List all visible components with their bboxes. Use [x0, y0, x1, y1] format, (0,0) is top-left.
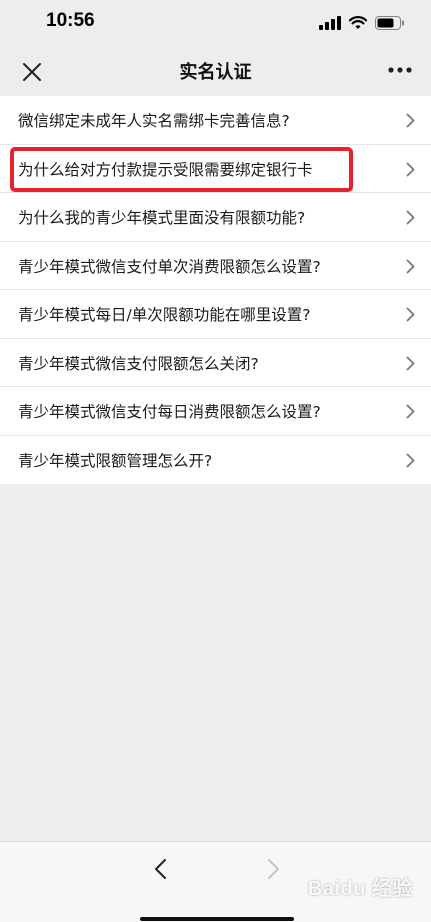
list-item[interactable]: 为什么我的青少年模式里面没有限额功能?: [0, 193, 431, 242]
chevron-right-icon: [406, 356, 415, 370]
chevron-right-icon: [406, 210, 415, 225]
chevron-right-icon: [406, 307, 415, 322]
status-icons: [319, 15, 405, 31]
list-item-label: 青少年模式微信支付每日消费限额怎么设置?: [18, 403, 321, 421]
more-icon[interactable]: [387, 64, 413, 76]
list-item-label: 青少年模式限额管理怎么开?: [18, 451, 213, 470]
page-title: 实名认证: [179, 62, 252, 83]
chevron-right-icon: [406, 113, 415, 128]
chevron-right-icon: [406, 404, 415, 419]
list-item-label: 青少年模式微信支付单次消费限额怎么设置?: [18, 257, 321, 276]
list-item-label: 青少年模式微信支付限额怎么关闭?: [18, 354, 259, 373]
status-time: 10:56: [46, 10, 95, 31]
list-item[interactable]: 青少年模式限额管理怎么开?: [0, 436, 431, 485]
list-item-label: 微信绑定未成年人实名需绑卡完善信息?: [18, 112, 290, 130]
list-item[interactable]: 青少年模式微信支付每日消费限额怎么设置?: [0, 387, 431, 436]
chevron-right-icon: [406, 162, 415, 176]
back-button[interactable]: [150, 858, 172, 880]
signal-icon: [319, 16, 341, 30]
list-item[interactable]: 青少年模式每日/单次限额功能在哪里设置?: [0, 290, 431, 339]
nav-bar: 实名认证: [0, 46, 431, 96]
chevron-right-icon: [406, 453, 415, 467]
status-bar: 10:56: [0, 0, 431, 46]
chevron-right-icon: [406, 259, 415, 273]
list-item-label: 为什么我的青少年模式里面没有限额功能?: [18, 209, 306, 227]
list-item-label: 青少年模式每日/单次限额功能在哪里设置?: [18, 306, 311, 324]
wifi-icon: [349, 16, 367, 29]
battery-icon: [375, 16, 404, 30]
list-item[interactable]: 青少年模式微信支付限额怎么关闭?: [0, 339, 431, 387]
home-indicator: [140, 917, 294, 921]
list-item[interactable]: 青少年模式微信支付单次消费限额怎么设置?: [0, 242, 431, 290]
list-item[interactable]: 微信绑定未成年人实名需绑卡完善信息?: [0, 96, 431, 145]
highlight-box: [10, 147, 353, 192]
watermark: Baidu 经验: [307, 878, 413, 900]
forward-button: [268, 859, 279, 879]
